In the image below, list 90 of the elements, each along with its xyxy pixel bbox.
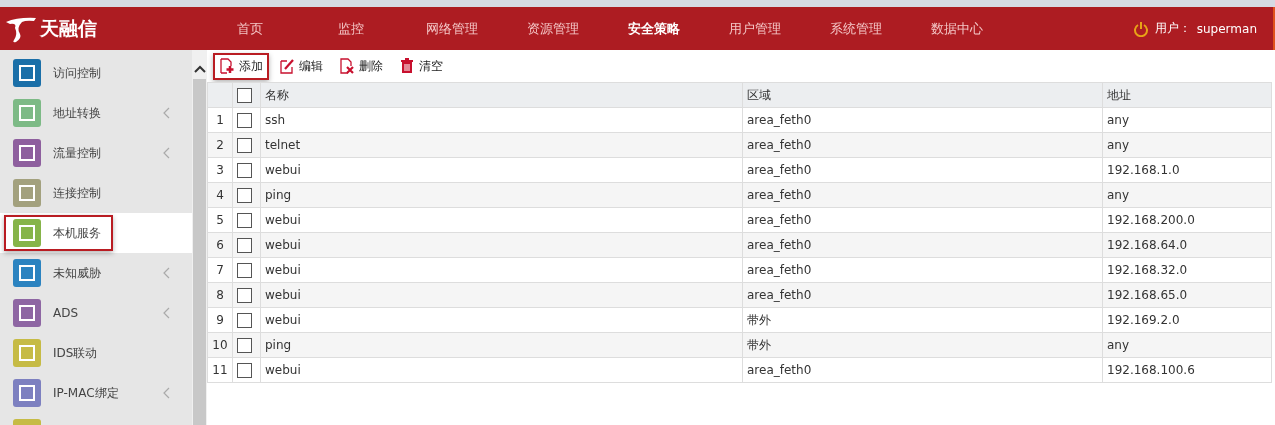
row-number: 8: [216, 288, 224, 302]
row-number: 11: [212, 363, 228, 377]
table-cell: webui: [265, 238, 301, 252]
table-cell: area_feth0: [747, 213, 812, 227]
nav-tab[interactable]: 网络管理: [401, 19, 502, 38]
table-cell: webui: [265, 288, 301, 302]
row-number: 2: [216, 138, 224, 152]
table-cell: 带外: [747, 337, 771, 352]
table-cell: ssh: [265, 113, 286, 127]
table-cell: ping: [265, 188, 292, 202]
table-cell: area_feth0: [747, 138, 812, 152]
nav-tab[interactable]: 资源管理: [502, 19, 603, 38]
sidebar-item[interactable]: 本机服务: [4, 215, 113, 251]
user-name: superman: [1196, 21, 1257, 36]
row-number: 9: [216, 313, 224, 327]
trash-icon: [399, 58, 415, 74]
sidebar-item[interactable]: 未知威胁: [53, 264, 101, 282]
scrollbar[interactable]: [192, 50, 207, 425]
table-cell: area_feth0: [747, 163, 812, 177]
sidebar-item[interactable]: IP-MAC绑定: [53, 384, 119, 402]
nav-tab[interactable]: 监控: [300, 19, 401, 38]
table-cell: webui: [265, 263, 301, 277]
table-cell: area_feth0: [747, 288, 812, 302]
nav-tab[interactable]: 系统管理: [805, 19, 906, 38]
table-cell: area_feth0: [747, 113, 812, 127]
table-cell: webui: [265, 213, 301, 227]
sidebar-item[interactable]: 地址转换: [53, 104, 101, 122]
row-checkbox[interactable]: [237, 287, 252, 303]
table-cell: 192.168.200.0: [1107, 213, 1195, 227]
edit-icon: [279, 58, 295, 74]
row-number: 5: [216, 213, 224, 227]
sidebar-item[interactable]: 连接控制: [53, 184, 101, 202]
toolbar-button[interactable]: 删除: [333, 52, 389, 80]
row-checkbox[interactable]: [237, 112, 252, 128]
table-cell: ping: [265, 338, 292, 352]
row-number: 6: [216, 238, 224, 252]
add-file-icon: [219, 58, 235, 74]
row-number: 7: [216, 263, 224, 277]
table-cell: any: [1107, 338, 1130, 352]
nav-tab[interactable]: 数据中心: [906, 19, 1007, 38]
table-cell: area_feth0: [747, 363, 812, 377]
column-header[interactable]: 区域: [747, 87, 771, 102]
row-checkbox[interactable]: [237, 187, 252, 203]
column-header[interactable]: 名称: [265, 87, 289, 102]
table-cell: any: [1107, 138, 1130, 152]
table-cell: area_feth0: [747, 188, 812, 202]
row-number: 1: [216, 113, 224, 127]
table-cell: 192.168.100.6: [1107, 363, 1195, 377]
table-cell: 192.168.65.0: [1107, 288, 1188, 302]
sidebar-item[interactable]: 流量控制: [53, 144, 101, 162]
row-checkbox[interactable]: [237, 337, 252, 353]
row-number: 4: [216, 188, 224, 202]
sidebar-item[interactable]: IDS联动: [53, 344, 98, 362]
table-cell: any: [1107, 113, 1130, 127]
toolbar-button[interactable]: 添加: [213, 52, 269, 80]
table-cell: 192.168.64.0: [1107, 238, 1188, 252]
table-cell: any: [1107, 188, 1130, 202]
table-cell: 192.168.32.0: [1107, 263, 1188, 277]
nav-tab[interactable]: 用户管理: [704, 19, 805, 38]
row-number: 3: [216, 163, 224, 177]
user-label: 用户：: [1154, 20, 1191, 37]
table-cell: 带外: [747, 312, 771, 327]
table-cell: webui: [265, 163, 301, 177]
nav-tab[interactable]: 首页: [199, 19, 300, 38]
table-cell: telnet: [265, 138, 301, 152]
row-checkbox[interactable]: [237, 237, 252, 253]
delete-file-icon: [339, 58, 355, 74]
nav-tab[interactable]: 安全策略: [603, 19, 704, 38]
table-cell: area_feth0: [747, 263, 812, 277]
row-checkbox[interactable]: [237, 212, 252, 228]
toolbar-button[interactable]: 编辑: [273, 52, 329, 80]
row-number: 10: [212, 338, 228, 352]
toolbar-button[interactable]: 清空: [393, 52, 449, 80]
row-checkbox[interactable]: [237, 362, 252, 378]
sidebar-item[interactable]: ADS: [53, 306, 79, 320]
chevron-up-icon[interactable]: [193, 65, 206, 73]
row-checkbox[interactable]: [237, 137, 252, 153]
table-cell: webui: [265, 313, 301, 327]
select-all-checkbox[interactable]: [237, 87, 252, 103]
row-checkbox[interactable]: [237, 262, 252, 278]
table-cell: 192.168.1.0: [1107, 163, 1180, 177]
table-cell: 192.169.2.0: [1107, 313, 1180, 327]
sidebar-item[interactable]: 访问控制: [53, 64, 101, 82]
table-cell: area_feth0: [747, 238, 812, 252]
row-checkbox[interactable]: [237, 162, 252, 178]
brand-name: 天融信: [40, 15, 97, 41]
column-header[interactable]: 地址: [1107, 87, 1131, 102]
row-checkbox[interactable]: [237, 312, 252, 328]
table-cell: webui: [265, 363, 301, 377]
power-icon[interactable]: [1132, 20, 1149, 37]
